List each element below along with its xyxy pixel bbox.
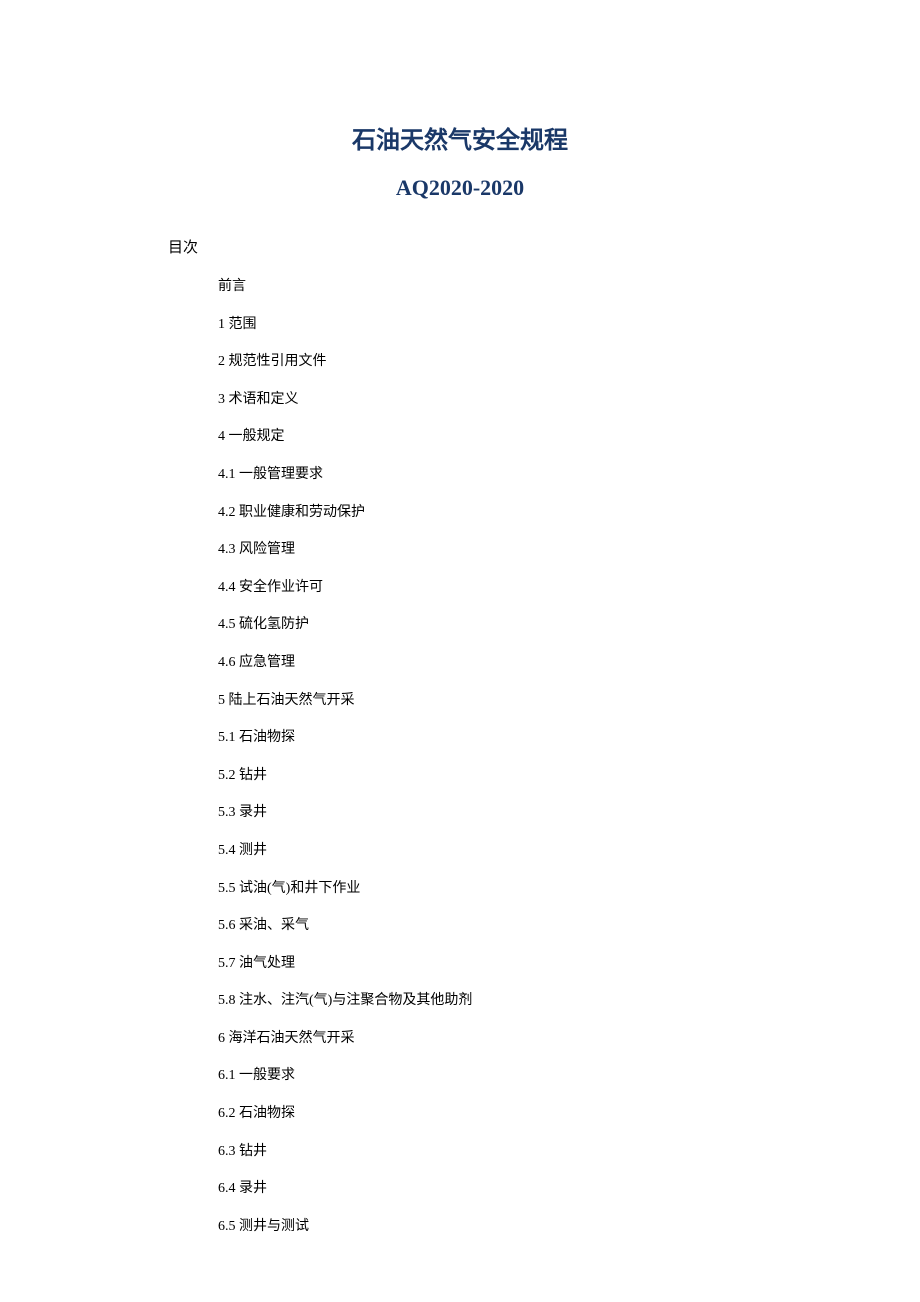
toc-item: 3 术语和定义	[218, 390, 830, 410]
toc-item: 6.5 测井与测试	[218, 1217, 830, 1237]
toc-item: 4.4 安全作业许可	[218, 578, 830, 598]
toc-item: 5.8 注水、注汽(气)与注聚合物及其他助剂	[218, 991, 830, 1011]
toc-item: 4.1 一般管理要求	[218, 465, 830, 485]
toc-item: 5.6 采油、采气	[218, 916, 830, 936]
toc-item: 4 一般规定	[218, 427, 830, 447]
toc-item: 6.1 一般要求	[218, 1066, 830, 1086]
toc-item: 5.7 油气处理	[218, 954, 830, 974]
toc-label: 目次	[168, 236, 830, 257]
toc-item: 4.6 应急管理	[218, 653, 830, 673]
toc-item: 5.4 测井	[218, 841, 830, 861]
toc-item: 5.2 钻井	[218, 766, 830, 786]
toc-item: 4.5 硫化氢防护	[218, 615, 830, 635]
toc-item: 5.1 石油物探	[218, 728, 830, 748]
toc-item: 6.2 石油物探	[218, 1104, 830, 1124]
toc-item: 5.3 录井	[218, 803, 830, 823]
toc-list: 前言 1 范围 2 规范性引用文件 3 术语和定义 4 一般规定 4.1 一般管…	[218, 277, 830, 1236]
toc-item: 6 海洋石油天然气开采	[218, 1029, 830, 1049]
toc-item: 4.2 职业健康和劳动保护	[218, 503, 830, 523]
toc-item: 5.5 试油(气)和井下作业	[218, 879, 830, 899]
document-title-main: 石油天然气安全规程	[90, 120, 830, 155]
toc-item: 2 规范性引用文件	[218, 352, 830, 372]
toc-item: 6.4 录井	[218, 1179, 830, 1199]
toc-item: 1 范围	[218, 315, 830, 335]
toc-item: 5 陆上石油天然气开采	[218, 691, 830, 711]
toc-item: 4.3 风险管理	[218, 540, 830, 560]
document-title-sub: AQ2020-2020	[90, 175, 830, 201]
toc-item: 前言	[218, 277, 830, 297]
toc-item: 6.3 钻井	[218, 1142, 830, 1162]
